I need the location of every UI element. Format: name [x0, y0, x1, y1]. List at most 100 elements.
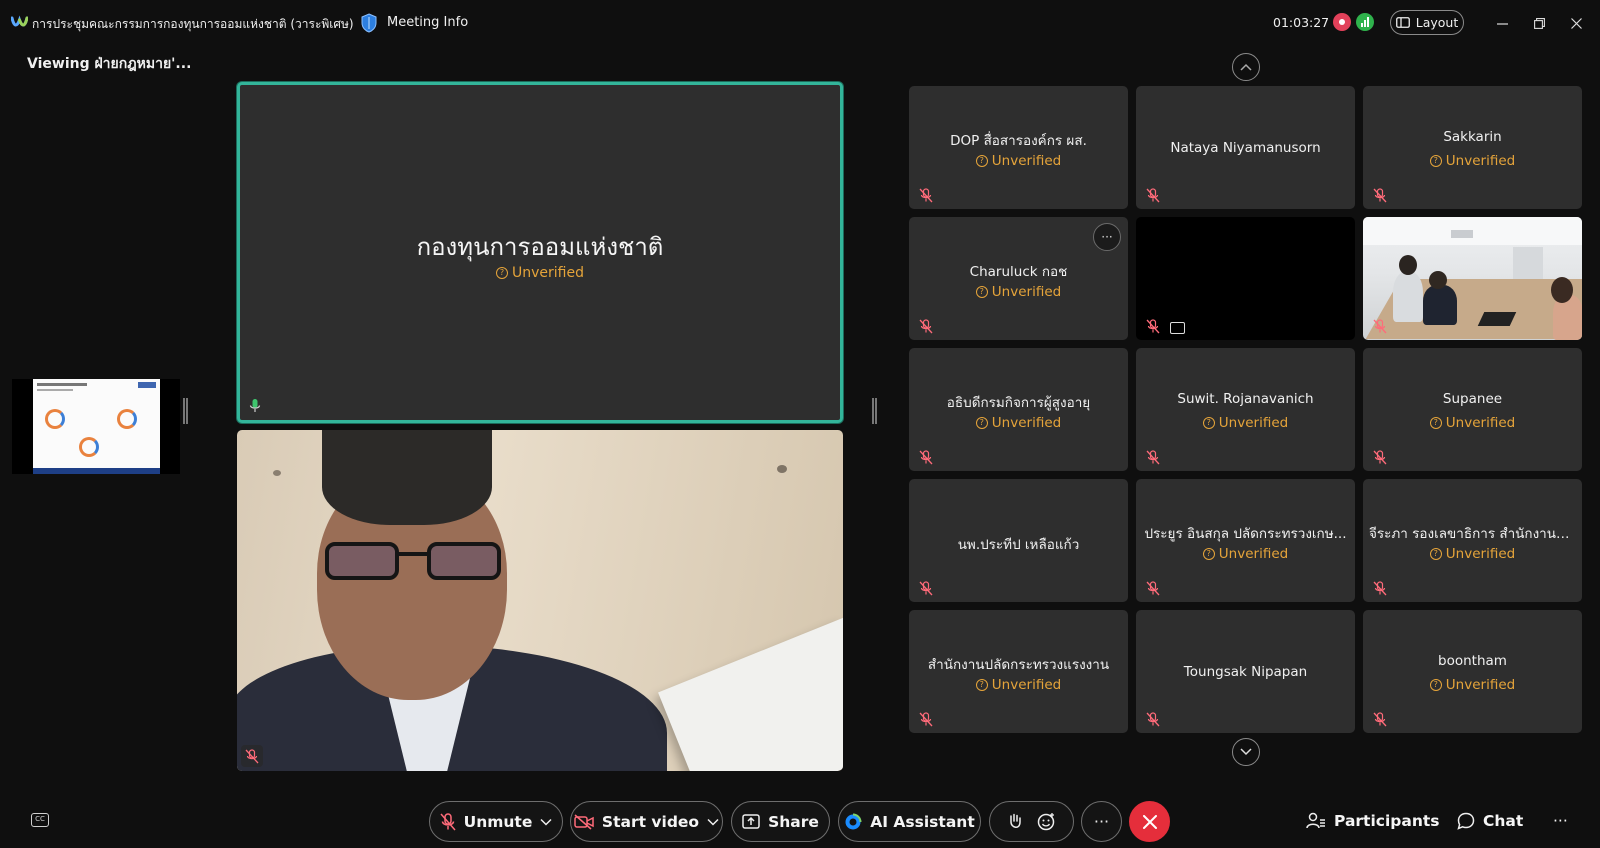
participant-name: Charuluck กอช: [969, 264, 1068, 280]
unmute-button[interactable]: Unmute: [429, 801, 563, 842]
viewing-share-label: Viewing ฝ่ายกฎหมาย'...: [27, 56, 192, 72]
participant-tile[interactable]: Toungsak Nipapan: [1136, 610, 1355, 733]
minimize-icon[interactable]: [1491, 12, 1513, 34]
webex-logo-icon: [11, 15, 28, 27]
participant-name: DOP สื่อสารองค์กร ผส.: [950, 133, 1087, 149]
question-circle-icon: ?: [496, 267, 508, 279]
participant-name: Suwit. Rojanavanich: [1177, 391, 1314, 407]
title-bar: การประชุมคณะกรรมการกองทุนการออมแห่งชาติ …: [0, 0, 1600, 46]
shared-slide-preview: [33, 379, 160, 474]
tile-more-options-button[interactable]: ···: [1093, 223, 1121, 251]
mic-muted-icon: [919, 581, 933, 596]
participant-name: Sakkarin: [1443, 129, 1502, 145]
chat-button[interactable]: Chat: [1457, 812, 1523, 830]
participant-status-label: Unverified: [991, 153, 1062, 169]
ai-assistant-icon: [845, 813, 862, 829]
participant-tile[interactable]: Charuluck กอช? Unverified ···: [909, 217, 1128, 340]
mic-muted-icon: [919, 450, 933, 465]
chevron-down-icon[interactable]: [540, 818, 552, 826]
mic-muted-icon: [919, 712, 933, 727]
overflow-menu-button[interactable]: ···: [1553, 812, 1568, 830]
participant-status-label: Unverified: [991, 284, 1062, 300]
participant-status-label: Unverified: [1218, 415, 1289, 431]
right-splitter-handle[interactable]: [872, 398, 877, 424]
participant-tile[interactable]: DOP สื่อสารองค์กร ผส. ? Unverified: [909, 86, 1128, 209]
active-speaker-tile[interactable]: กองทุนการออมแห่งชาติ ? Unverified: [237, 82, 843, 423]
participant-status-label: Unverified: [1445, 677, 1516, 693]
question-circle-icon: ?: [1429, 155, 1442, 167]
restore-icon[interactable]: [1528, 12, 1550, 34]
participant-video-tile[interactable]: [237, 430, 843, 771]
participant-tile[interactable]: Nataya Niyamanusorn: [1136, 86, 1355, 209]
participant-tile[interactable]: สำนักงานปลัดกระทรวงแรงงาน ? Unverified: [909, 610, 1128, 733]
participant-status: ? Unverified: [909, 415, 1128, 431]
layout-button[interactable]: Layout: [1390, 10, 1464, 35]
participant-tile[interactable]: อธิบดีกรมกิจการผู้สูงอายุ ? Unverified: [909, 348, 1128, 471]
mic-muted-icon: [1146, 188, 1160, 203]
closed-captions-button[interactable]: CC: [31, 813, 49, 827]
meeting-title: การประชุมคณะกรรมการกองทุนการออมแห่งชาติ …: [32, 17, 354, 31]
more-options-button[interactable]: ···: [1081, 801, 1122, 842]
close-icon: [1142, 814, 1157, 829]
chat-label: Chat: [1483, 812, 1524, 830]
participant-tile[interactable]: Supanee ? Unverified: [1363, 348, 1582, 471]
start-video-button[interactable]: Start video: [570, 801, 723, 842]
participant-name: Nataya Niyamanusorn: [1170, 140, 1321, 156]
start-video-label: Start video: [601, 812, 700, 831]
participant-video-tile-room[interactable]: [1363, 217, 1582, 340]
mic-muted-icon: [1373, 450, 1387, 465]
participant-status: ? Unverified: [909, 153, 1128, 169]
participants-label: Participants: [1334, 812, 1440, 830]
chevron-down-icon[interactable]: [707, 818, 719, 826]
participant-name: ประยูร อินสกุล ปลัดกระทรวงเกษ...: [1144, 526, 1347, 542]
reaction-emoji-icon[interactable]: [1037, 812, 1056, 831]
reactions-group[interactable]: [989, 801, 1074, 842]
share-button[interactable]: Share: [731, 801, 830, 842]
participant-status-label: Unverified: [991, 415, 1062, 431]
participant-name: boontham: [1438, 653, 1507, 669]
mic-muted-icon: [440, 812, 456, 830]
active-speaker-name: กองทุนการออมแห่งชาติ: [416, 233, 664, 261]
participant-name: สำนักงานปลัดกระทรวงแรงงาน: [927, 657, 1110, 673]
ai-assistant-button[interactable]: AI Assistant: [838, 801, 981, 842]
scroll-up-button[interactable]: [1232, 53, 1260, 81]
leave-meeting-button[interactable]: [1129, 801, 1170, 842]
participant-tile[interactable]: boontham ? Unverified: [1363, 610, 1582, 733]
participants-button[interactable]: Participants: [1306, 812, 1440, 830]
record-icon[interactable]: [1333, 13, 1351, 31]
mic-muted-icon: [241, 745, 263, 767]
mic-muted-icon: [1146, 319, 1160, 334]
participant-name: Supanee: [1442, 391, 1503, 407]
left-splitter-handle[interactable]: [183, 398, 188, 424]
participant-name: จีระภา รองเลขาธิการ สำนักงานป...: [1369, 526, 1576, 542]
mic-muted-icon: [1373, 712, 1387, 727]
raise-hand-icon[interactable]: [1007, 813, 1023, 831]
chat-icon: [1457, 812, 1475, 830]
participant-status: ? Unverified: [1363, 546, 1582, 562]
participant-tile[interactable]: นพ.ประทีป เหลือแก้ว: [909, 479, 1128, 602]
participant-tile[interactable]: [1136, 217, 1355, 340]
participant-tile[interactable]: จีระภา รองเลขาธิการ สำนักงานป... ? Unverif…: [1363, 479, 1582, 602]
mic-muted-icon: [919, 188, 933, 203]
participant-status: ? Unverified: [909, 677, 1128, 693]
shared-content-thumbnail[interactable]: [12, 379, 180, 474]
network-icon[interactable]: [1356, 13, 1374, 31]
participant-tile[interactable]: Suwit. Rojanavanich ? Unverified: [1136, 348, 1355, 471]
question-circle-icon: ?: [975, 286, 988, 298]
scroll-down-button[interactable]: [1232, 738, 1260, 766]
participant-name: อธิบดีกรมกิจการผู้สูงอายุ: [946, 395, 1091, 411]
participant-status: ? Unverified: [1136, 415, 1355, 431]
meeting-info-link[interactable]: Meeting Info: [387, 15, 468, 30]
participant-status: ? Unverified: [1363, 415, 1582, 431]
question-circle-icon: ?: [1202, 548, 1215, 560]
mic-muted-icon: [1373, 581, 1387, 596]
share-label: Share: [768, 812, 819, 831]
participant-status-label: Unverified: [991, 677, 1062, 693]
question-circle-icon: ?: [1429, 548, 1442, 560]
participant-status: ? Unverified: [1363, 677, 1582, 693]
participant-tile[interactable]: Sakkarin ? Unverified: [1363, 86, 1582, 209]
participant-status: ? Unverified: [1363, 153, 1582, 169]
participant-tile[interactable]: ประยูร อินสกุล ปลัดกระทรวงเกษ...? Unverif…: [1136, 479, 1355, 602]
shield-icon[interactable]: [360, 13, 378, 33]
close-icon[interactable]: [1565, 12, 1587, 34]
